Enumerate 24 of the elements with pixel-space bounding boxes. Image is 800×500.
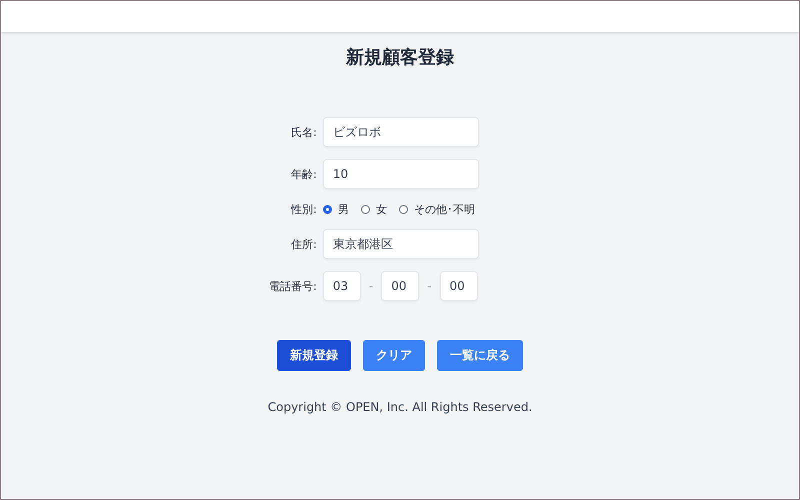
radio-button[interactable]	[322, 204, 332, 214]
phone-field[interactable]: 00	[440, 271, 478, 301]
separator: -	[368, 279, 374, 293]
radio-button[interactable]	[398, 204, 408, 214]
register-button[interactable]: 新規登録	[277, 340, 351, 371]
field-label: 電話番号:	[269, 278, 317, 294]
separator: -	[427, 279, 432, 293]
radio-label: 男	[338, 202, 349, 216]
text-field[interactable]: 東京都港区	[322, 229, 479, 259]
field-label: 氏名:	[290, 124, 317, 140]
field-label: 年齢:	[290, 166, 317, 182]
field-label: 性別:	[290, 202, 317, 216]
text-field[interactable]: ビズロボ	[322, 117, 479, 147]
radio-button[interactable]	[360, 204, 370, 214]
action-button[interactable]: 一覧に戻る	[437, 340, 523, 371]
phone-field[interactable]: 03	[322, 271, 361, 301]
radio-label: その他･不明	[414, 202, 475, 216]
copyright-text: Copyright © OPEN, Inc. All Rights Reserved.	[268, 400, 532, 414]
radio-label: 女	[376, 202, 387, 216]
phone-field[interactable]: 00	[381, 271, 420, 301]
page-title: 新規顧客登録	[346, 46, 454, 69]
action-button[interactable]: クリア	[363, 340, 425, 371]
text-field[interactable]: 10	[322, 159, 479, 189]
field-label: 住所:	[290, 236, 317, 252]
